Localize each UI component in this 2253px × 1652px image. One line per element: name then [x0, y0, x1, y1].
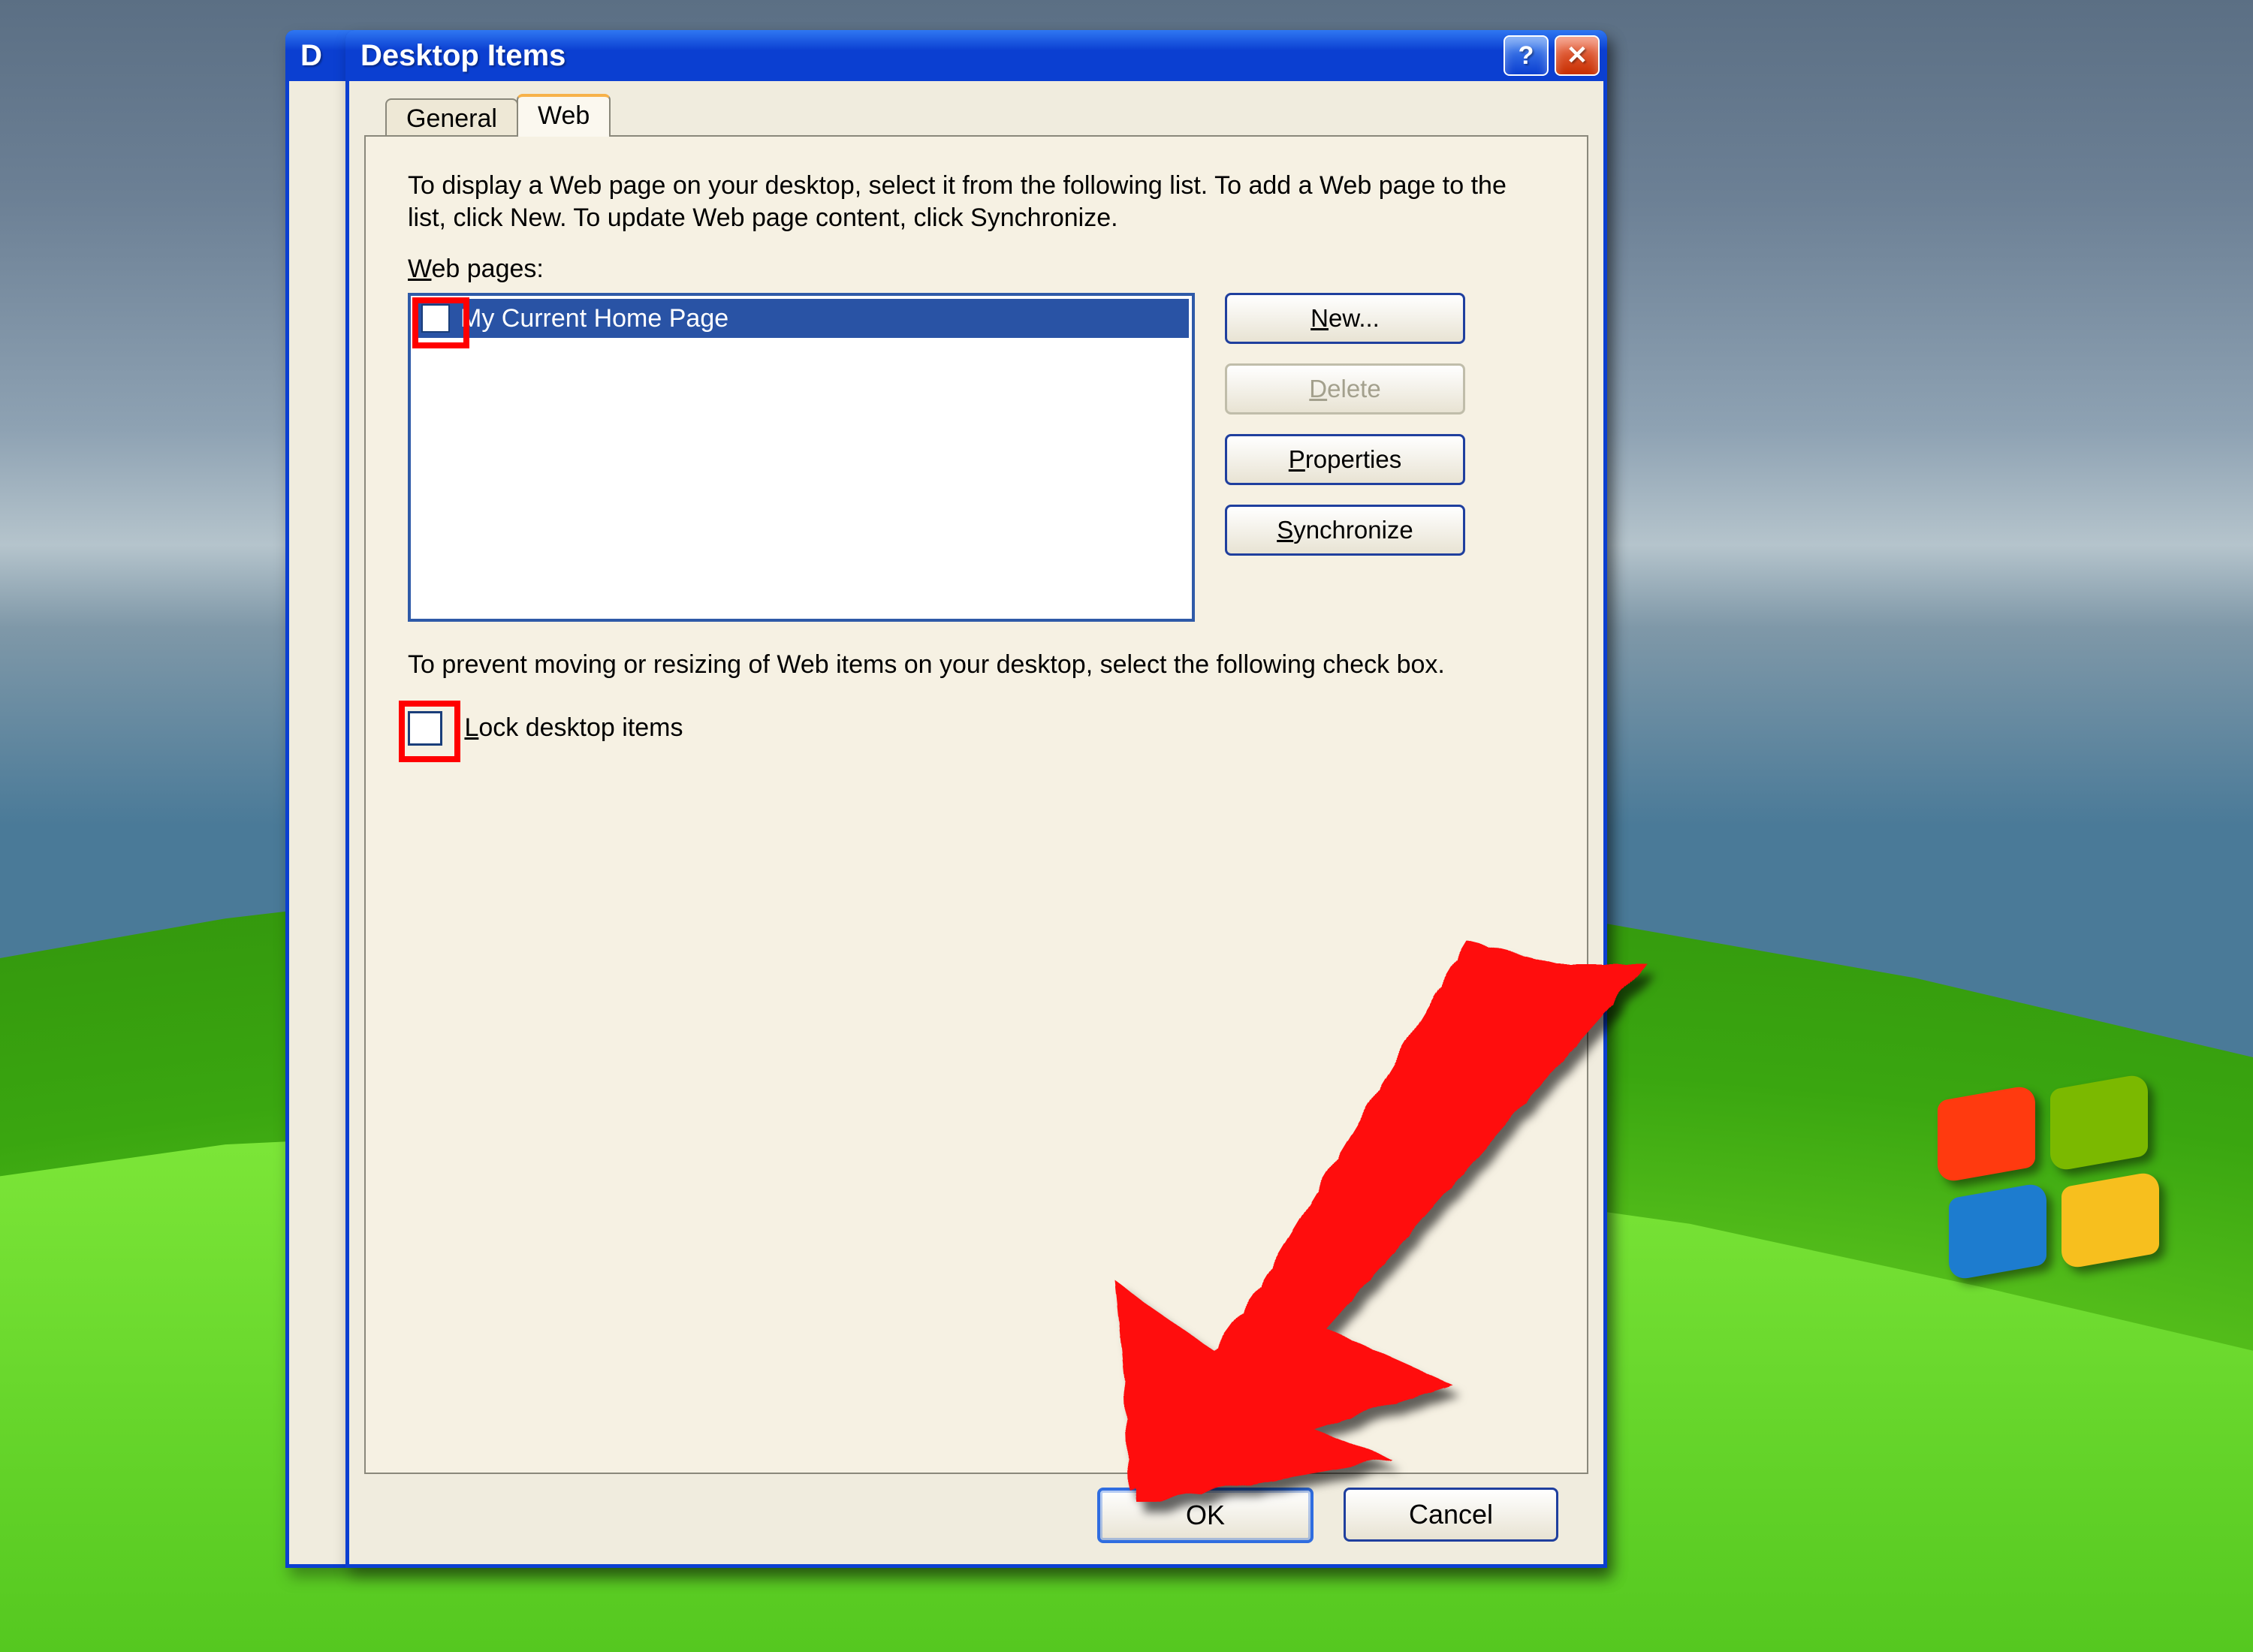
- lock-description: To prevent moving or resizing of Web ite…: [408, 649, 1545, 681]
- titlebar-help-button[interactable]: ?: [1504, 35, 1549, 76]
- ok-button[interactable]: OK: [1097, 1488, 1313, 1543]
- dialog-action-row: OK Cancel: [1097, 1488, 1558, 1543]
- windows-logo: [1938, 1081, 2163, 1277]
- background-dialog-title: D: [300, 39, 322, 73]
- tab-web[interactable]: Web: [517, 94, 611, 137]
- synchronize-button[interactable]: Synchronize: [1225, 505, 1465, 556]
- tab-general[interactable]: General: [385, 98, 518, 140]
- close-icon: ✕: [1567, 41, 1588, 71]
- web-page-item-label: My Current Home Page: [460, 304, 728, 333]
- winlogo-red: [1938, 1084, 2035, 1184]
- web-pages-button-column: New... Delete Properties Synchronize: [1225, 293, 1465, 556]
- web-pages-label: Web pages:: [408, 255, 1545, 284]
- lock-desktop-items-label[interactable]: Lock desktop items: [457, 713, 683, 743]
- web-tab-panel: To display a Web page on your desktop, s…: [364, 135, 1588, 1474]
- desktop-items-dialog: Desktop Items ? ✕ General Web To display…: [345, 30, 1607, 1568]
- web-page-item[interactable]: My Current Home Page: [414, 299, 1189, 338]
- cancel-button[interactable]: Cancel: [1344, 1488, 1558, 1542]
- dialog-titlebar[interactable]: Desktop Items ? ✕: [345, 30, 1607, 81]
- new-button[interactable]: New...: [1225, 293, 1465, 344]
- help-icon: ?: [1519, 41, 1534, 71]
- lock-desktop-items-checkbox[interactable]: [408, 711, 442, 746]
- winlogo-yellow: [2061, 1171, 2159, 1271]
- delete-button: Delete: [1225, 363, 1465, 415]
- winlogo-blue: [1949, 1182, 2046, 1282]
- titlebar-close-button[interactable]: ✕: [1555, 35, 1600, 76]
- dialog-title: Desktop Items: [360, 39, 566, 73]
- web-pages-listbox[interactable]: My Current Home Page: [408, 293, 1195, 622]
- dialog-client-area: General Web To display a Web page on you…: [345, 81, 1607, 1568]
- desktop-background: D ✕ Desktop Items ? ✕ General Web: [0, 0, 2253, 1652]
- web-tab-description: To display a Web page on your desktop, s…: [408, 170, 1545, 234]
- tab-row: General Web: [385, 95, 609, 137]
- web-pages-label-underline: W: [408, 255, 431, 283]
- properties-button[interactable]: Properties: [1225, 434, 1465, 485]
- winlogo-green: [2050, 1073, 2148, 1173]
- web-page-item-checkbox[interactable]: [421, 304, 450, 333]
